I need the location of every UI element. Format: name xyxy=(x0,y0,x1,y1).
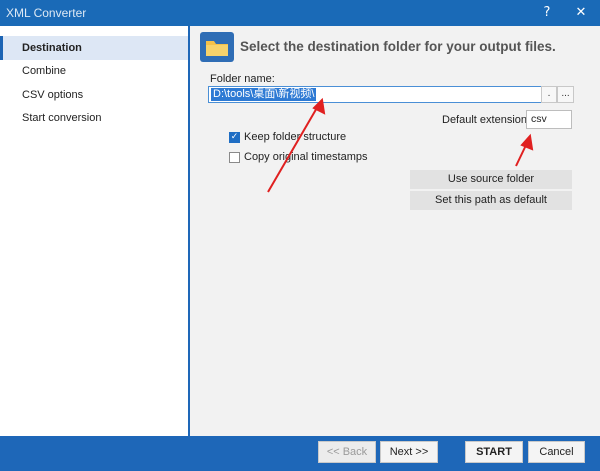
back-button[interactable]: << Back xyxy=(318,441,376,463)
arrow-folder-path xyxy=(268,100,324,192)
arrow-extension xyxy=(516,136,532,166)
cancel-button[interactable]: Cancel xyxy=(528,441,585,463)
next-button[interactable]: Next >> xyxy=(380,441,438,463)
start-button[interactable]: START xyxy=(465,441,523,463)
annotation-arrows xyxy=(0,0,600,471)
